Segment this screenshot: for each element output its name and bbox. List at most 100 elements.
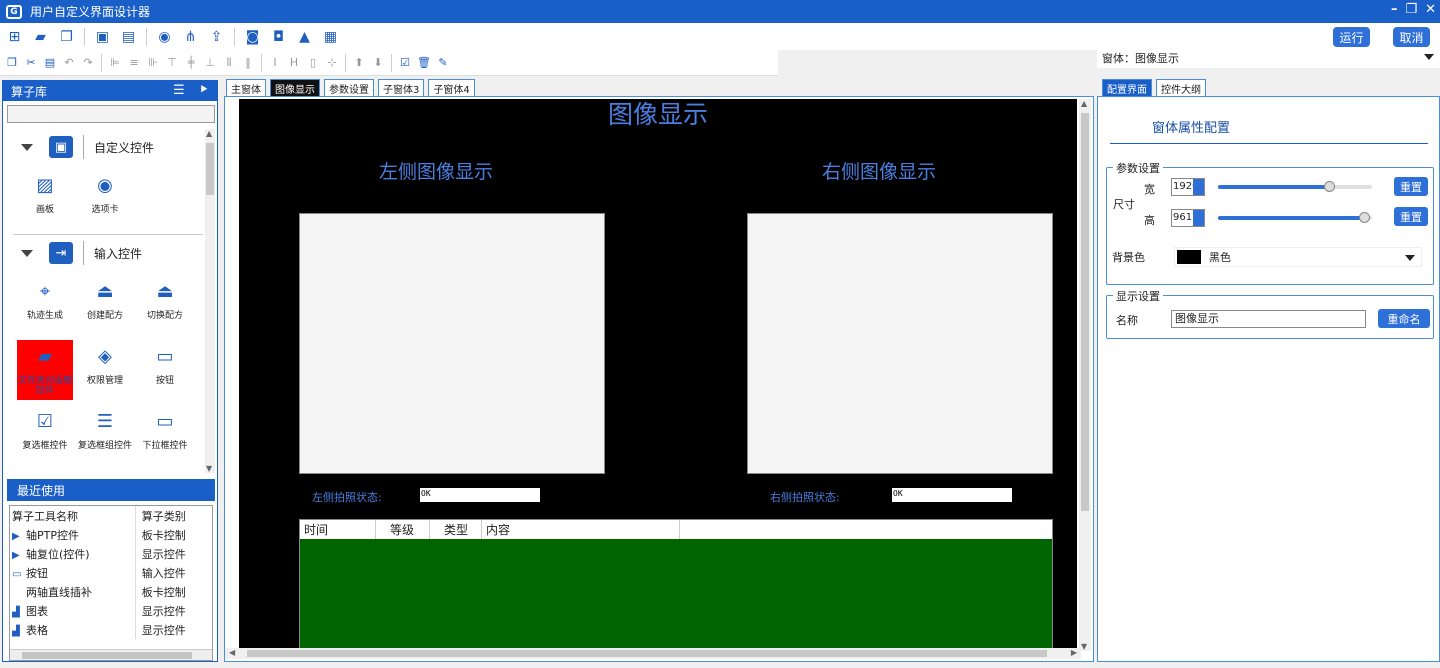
copy-icon[interactable]: ❐	[6, 54, 18, 71]
save-icon[interactable]: ▤	[120, 28, 137, 45]
height-spinbox[interactable]: 961	[1171, 209, 1205, 227]
canvas-vscrollbar[interactable]: ▲ ▼	[1079, 99, 1091, 651]
width-slider[interactable]	[1218, 181, 1372, 192]
bring-front-icon[interactable]: ⬆	[353, 54, 365, 71]
left-image-display[interactable]	[299, 213, 605, 474]
table-row[interactable]: ▟ 图表 显示控件	[10, 601, 212, 620]
toolbox-icon[interactable]: ▣	[94, 28, 111, 45]
slider-knob[interactable]	[1323, 181, 1335, 192]
right-image-title[interactable]: 右侧图像显示	[822, 157, 936, 184]
align-top-icon[interactable]: ⊤	[166, 54, 178, 71]
design-canvas[interactable]: 图像显示 左侧图像显示 右侧图像显示 左侧拍照状态: OK 右侧拍照状态: OK…	[239, 99, 1077, 651]
operator-search-input[interactable]	[7, 105, 215, 123]
reset-width-button[interactable]: 重置	[1394, 177, 1428, 196]
same-width-icon[interactable]: H	[288, 54, 300, 71]
settings-wrench-icon[interactable]: ✎	[437, 54, 449, 71]
expand-icon	[21, 143, 33, 151]
send-back-icon[interactable]: ⬇	[372, 54, 384, 71]
cancel-button[interactable]: 取消	[1393, 27, 1430, 47]
save-copy-icon[interactable]: ❐	[58, 28, 75, 45]
slider-fill	[1218, 185, 1329, 189]
height-slider[interactable]	[1218, 212, 1372, 223]
right-image-display[interactable]	[747, 213, 1053, 474]
share-icon[interactable]: ⋔	[182, 28, 199, 45]
tool-item[interactable]: ◉ 选项卡	[77, 169, 133, 229]
menu-icon[interactable]: ☰	[173, 83, 185, 98]
recent-name: 两轴直线插补	[26, 585, 92, 599]
category-custom-controls[interactable]: ▣ 自定义控件	[13, 131, 203, 163]
window-selector[interactable]: 窗体：图像显示	[1097, 48, 1440, 68]
new-icon[interactable]: ⊞	[6, 28, 23, 45]
left-status-value[interactable]: OK	[420, 488, 540, 502]
paste-icon[interactable]: ▤	[44, 54, 56, 71]
same-size-icon[interactable]: ▯	[307, 54, 319, 71]
cut-icon[interactable]: ✂	[25, 54, 37, 71]
table-row[interactable]: ▶ 轴PTP控件 板卡控制	[10, 525, 212, 544]
spin-arrows-icon[interactable]	[1193, 179, 1204, 195]
tool-item[interactable]: ▭ 下拉框控件	[137, 405, 193, 465]
category-input-controls[interactable]: ⇥ 输入控件	[13, 237, 203, 269]
spin-arrows-icon[interactable]	[1193, 210, 1204, 226]
open-folder-icon[interactable]: ▰	[32, 28, 49, 45]
align-bottom-icon[interactable]: ⊥	[204, 54, 216, 71]
minimize-icon[interactable]: –	[1391, 2, 1398, 17]
align-middle-icon[interactable]: ╪	[185, 54, 197, 71]
reset-height-button[interactable]: 重置	[1394, 207, 1428, 226]
preview-eye-icon[interactable]: ◉	[156, 28, 173, 45]
align-right-icon[interactable]: ⊪	[147, 54, 159, 71]
bg-color-select[interactable]: 黑色	[1174, 247, 1422, 267]
camera-icon[interactable]: ◙	[244, 28, 261, 45]
same-height-icon[interactable]: Ι	[269, 54, 281, 71]
collapse-icon[interactable]: ⯈	[199, 83, 209, 98]
tab-subform-3[interactable]: 子窗体3	[378, 79, 425, 96]
edit-toolbar: ❐ ✂ ▤ ↶ ↷ ⊫ ≡ ⊪ ⊤ ╪ ⊥ ⦀ ‖ Ι H ▯ ⊹ ⬆ ⬇ ☑ …	[0, 50, 778, 76]
left-image-title[interactable]: 左侧图像显示	[379, 157, 493, 184]
log-table[interactable]: 时间 等级 类型 内容	[299, 519, 1053, 651]
tool-item-selected[interactable]: ▰ 文件夹对话框控件	[17, 340, 73, 400]
canvas-title[interactable]: 图像显示	[239, 99, 1077, 131]
camera2-icon[interactable]: ◘	[270, 28, 287, 45]
tool-item[interactable]: ⏏ 创建配方	[77, 275, 133, 335]
right-status-label[interactable]: 右侧拍照状态:	[770, 489, 840, 505]
close-icon[interactable]: ✕	[1425, 2, 1436, 17]
align-center-icon[interactable]: ≡	[128, 54, 140, 71]
name-input[interactable]: 图像显示	[1171, 310, 1366, 328]
library-scrollbar[interactable]: ▲ ▼	[205, 129, 215, 473]
table-row[interactable]: 两轴直线插补 板卡控制	[10, 582, 212, 601]
tab-param-settings[interactable]: 参数设置	[324, 79, 374, 96]
check-icon[interactable]: ☑	[399, 54, 411, 71]
undo-icon[interactable]: ↶	[63, 54, 75, 71]
table-row[interactable]: ▭ 按钮 输入控件	[10, 563, 212, 582]
left-status-label[interactable]: 左侧拍照状态:	[312, 489, 382, 505]
tool-item[interactable]: ◈ 权限管理	[77, 340, 133, 400]
grid-icon[interactable]: ⊹	[326, 54, 338, 71]
redo-icon[interactable]: ↷	[82, 54, 94, 71]
tab-outline[interactable]: 控件大纲	[1156, 79, 1206, 96]
recent-hscrollbar[interactable]	[10, 649, 212, 660]
tab-image-display[interactable]: 图像显示	[270, 79, 320, 96]
distribute-h-icon[interactable]: ⦀	[223, 54, 235, 71]
align-left-icon[interactable]: ⊫	[109, 54, 121, 71]
canvas-hscrollbar[interactable]: ◀ ▶	[225, 648, 1081, 659]
tool-item[interactable]: ▨ 画板	[17, 169, 73, 229]
tool-item[interactable]: ☰ 复选框组控件	[77, 405, 133, 465]
table-row[interactable]: ▟ 表格 显示控件	[10, 620, 212, 639]
distribute-v-icon[interactable]: ‖	[242, 54, 254, 71]
tab-config[interactable]: 配置界面	[1102, 79, 1152, 96]
tab-subform-4[interactable]: 子窗体4	[428, 79, 475, 96]
tool-item[interactable]: ⏏ 切换配方	[137, 275, 193, 335]
export-icon[interactable]: ⇪	[208, 28, 225, 45]
tool-item[interactable]: ☑ 复选框控件	[17, 405, 73, 465]
layout-icon[interactable]: ▦	[322, 28, 339, 45]
tool-item[interactable]: ⌖ 轨迹生成	[17, 275, 73, 335]
tool-item[interactable]: ▭ 按钮	[137, 340, 193, 400]
table-row[interactable]: ▶ 轴复位(控件) 显示控件	[10, 544, 212, 563]
restore-icon[interactable]: ❐	[1405, 2, 1417, 17]
run-button[interactable]: 运行	[1333, 27, 1370, 47]
rename-button[interactable]: 重命名	[1378, 309, 1430, 328]
width-spinbox[interactable]: 1920	[1171, 178, 1205, 196]
right-status-value[interactable]: OK	[892, 488, 1012, 502]
tab-main-form[interactable]: 主窗体	[226, 79, 266, 96]
delete-icon[interactable]: 🗑	[417, 54, 431, 71]
warning-icon[interactable]: ▲	[296, 28, 313, 45]
